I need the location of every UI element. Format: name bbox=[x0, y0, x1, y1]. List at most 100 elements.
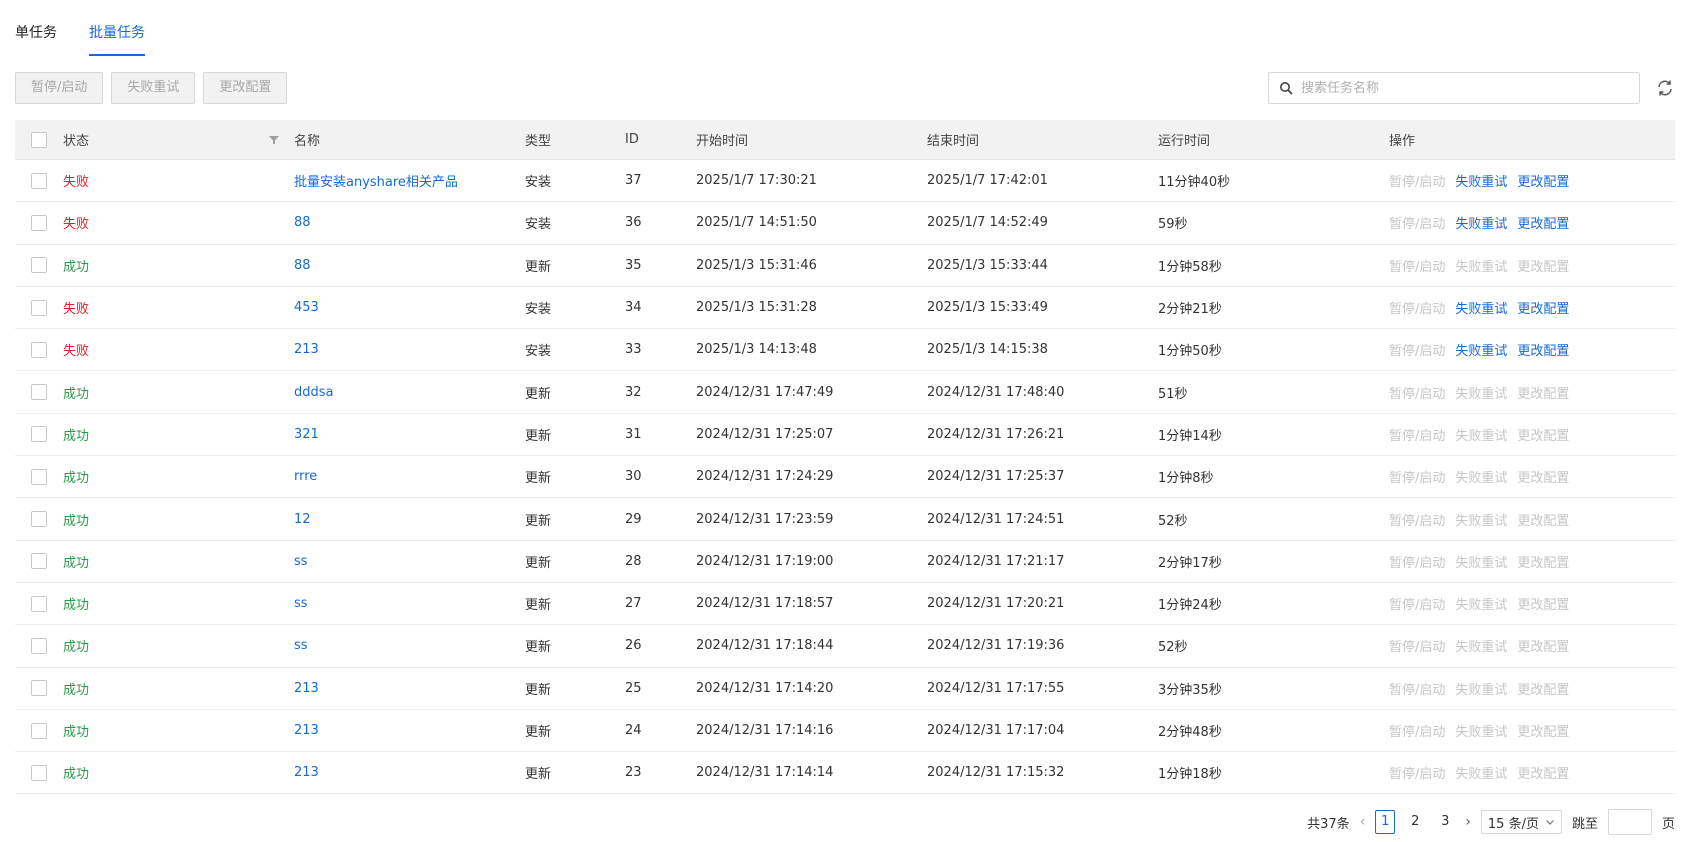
row-checkbox[interactable] bbox=[31, 214, 47, 231]
retry-failed-link[interactable]: 失败重试 bbox=[1455, 467, 1507, 486]
refresh-icon[interactable] bbox=[1655, 78, 1675, 98]
retry-failed-link[interactable]: 失败重试 bbox=[1455, 636, 1507, 655]
column-header-duration: 运行时间 bbox=[1158, 134, 1211, 149]
row-checkbox[interactable] bbox=[31, 468, 47, 485]
task-name-link[interactable]: 453 bbox=[294, 300, 319, 315]
change-config-link[interactable]: 更改配置 bbox=[1517, 679, 1569, 698]
status-cell: 成功 bbox=[63, 259, 90, 275]
task-name-link[interactable]: 批量安装anyshare相关产品 bbox=[294, 175, 458, 190]
change-config-link[interactable]: 更改配置 bbox=[1517, 467, 1569, 486]
pause-start-link[interactable]: 暂停/启动 bbox=[1389, 298, 1445, 317]
column-header-id: ID bbox=[625, 132, 639, 147]
retry-failed-link[interactable]: 失败重试 bbox=[1455, 552, 1507, 571]
filter-icon[interactable] bbox=[268, 134, 280, 146]
task-name-link[interactable]: dddsa bbox=[294, 385, 334, 400]
row-checkbox[interactable] bbox=[31, 341, 47, 358]
retry-failed-link[interactable]: 失败重试 bbox=[1455, 256, 1507, 275]
change-config-link[interactable]: 更改配置 bbox=[1517, 383, 1569, 402]
task-name-link[interactable]: 88 bbox=[294, 258, 311, 273]
retry-failed-link[interactable]: 失败重试 bbox=[1455, 763, 1507, 782]
change-config-link[interactable]: 更改配置 bbox=[1517, 340, 1569, 359]
task-name-link[interactable]: 321 bbox=[294, 427, 319, 442]
pause-start-link[interactable]: 暂停/启动 bbox=[1389, 467, 1445, 486]
change-config-link[interactable]: 更改配置 bbox=[1517, 425, 1569, 444]
row-checkbox[interactable] bbox=[31, 172, 47, 189]
pause-start-link[interactable]: 暂停/启动 bbox=[1389, 763, 1445, 782]
retry-failed-link[interactable]: 失败重试 bbox=[1455, 594, 1507, 613]
tab-single-task[interactable]: 单任务 bbox=[15, 0, 57, 56]
change-config-link[interactable]: 更改配置 bbox=[1517, 721, 1569, 740]
change-config-link[interactable]: 更改配置 bbox=[1517, 171, 1569, 190]
task-name-link[interactable]: 213 bbox=[294, 723, 319, 738]
pause-start-link[interactable]: 暂停/启动 bbox=[1389, 425, 1445, 444]
change-config-link[interactable]: 更改配置 bbox=[1517, 510, 1569, 529]
start-time-cell: 2024/12/31 17:47:49 bbox=[696, 384, 834, 400]
prev-page-icon[interactable]: ‹ bbox=[1360, 814, 1366, 830]
row-checkbox[interactable] bbox=[31, 299, 47, 316]
change-config-button[interactable]: 更改配置 bbox=[203, 72, 288, 104]
task-name-link[interactable]: 12 bbox=[294, 512, 311, 527]
row-checkbox[interactable] bbox=[31, 553, 47, 570]
next-page-icon[interactable]: › bbox=[1465, 814, 1471, 830]
duration-cell: 1分钟14秒 bbox=[1158, 428, 1222, 444]
select-all-checkbox[interactable] bbox=[31, 131, 47, 148]
tab-batch-task[interactable]: 批量任务 bbox=[89, 0, 145, 56]
pause-start-link[interactable]: 暂停/启动 bbox=[1389, 594, 1445, 613]
row-checkbox[interactable] bbox=[31, 257, 47, 274]
retry-failed-link[interactable]: 失败重试 bbox=[1455, 171, 1507, 190]
task-name-link[interactable]: rrre bbox=[294, 469, 317, 484]
search-input[interactable] bbox=[1299, 74, 1639, 102]
page-size-select[interactable]: 15 条/页 bbox=[1480, 810, 1562, 834]
page-3[interactable]: 3 bbox=[1435, 810, 1455, 834]
row-checkbox[interactable] bbox=[31, 384, 47, 401]
row-operations: 暂停/启动 失败重试 更改配置 bbox=[1389, 213, 1649, 232]
task-name-link[interactable]: 213 bbox=[294, 681, 319, 696]
retry-failed-link[interactable]: 失败重试 bbox=[1455, 298, 1507, 317]
retry-failed-link[interactable]: 失败重试 bbox=[1455, 679, 1507, 698]
retry-failed-link[interactable]: 失败重试 bbox=[1455, 425, 1507, 444]
change-config-link[interactable]: 更改配置 bbox=[1517, 594, 1569, 613]
row-checkbox[interactable] bbox=[31, 511, 47, 528]
retry-failed-button[interactable]: 失败重试 bbox=[111, 72, 196, 104]
change-config-link[interactable]: 更改配置 bbox=[1517, 636, 1569, 655]
page-1[interactable]: 1 bbox=[1375, 810, 1396, 834]
row-operations: 暂停/启动 失败重试 更改配置 bbox=[1389, 256, 1649, 275]
table-row: 成功 213 更新 25 2024/12/31 17:14:20 2024/12/31 1… bbox=[15, 668, 1675, 710]
change-config-link[interactable]: 更改配置 bbox=[1517, 213, 1569, 232]
row-checkbox[interactable] bbox=[31, 595, 47, 612]
jump-page-input[interactable] bbox=[1607, 809, 1652, 835]
pause-start-button[interactable]: 暂停/启动 bbox=[15, 72, 104, 104]
page-2[interactable]: 2 bbox=[1405, 810, 1425, 834]
change-config-link[interactable]: 更改配置 bbox=[1517, 552, 1569, 571]
retry-failed-link[interactable]: 失败重试 bbox=[1455, 340, 1507, 359]
task-name-link[interactable]: ss bbox=[294, 596, 308, 611]
pause-start-link[interactable]: 暂停/启动 bbox=[1389, 552, 1445, 571]
pause-start-link[interactable]: 暂停/启动 bbox=[1389, 256, 1445, 275]
pause-start-link[interactable]: 暂停/启动 bbox=[1389, 510, 1445, 529]
pause-start-link[interactable]: 暂停/启动 bbox=[1389, 721, 1445, 740]
pause-start-link[interactable]: 暂停/启动 bbox=[1389, 340, 1445, 359]
row-checkbox[interactable] bbox=[31, 764, 47, 781]
task-name-link[interactable]: 213 bbox=[294, 765, 319, 780]
row-checkbox[interactable] bbox=[31, 426, 47, 443]
row-checkbox[interactable] bbox=[31, 637, 47, 654]
retry-failed-link[interactable]: 失败重试 bbox=[1455, 721, 1507, 740]
retry-failed-link[interactable]: 失败重试 bbox=[1455, 383, 1507, 402]
retry-failed-link[interactable]: 失败重试 bbox=[1455, 510, 1507, 529]
task-name-link[interactable]: ss bbox=[294, 554, 308, 569]
pause-start-link[interactable]: 暂停/启动 bbox=[1389, 679, 1445, 698]
pause-start-link[interactable]: 暂停/启动 bbox=[1389, 171, 1445, 190]
row-checkbox[interactable] bbox=[31, 722, 47, 739]
change-config-link[interactable]: 更改配置 bbox=[1517, 256, 1569, 275]
task-name-link[interactable]: ss bbox=[294, 638, 308, 653]
pause-start-link[interactable]: 暂停/启动 bbox=[1389, 383, 1445, 402]
task-name-link[interactable]: 213 bbox=[294, 342, 319, 357]
id-cell: 27 bbox=[625, 596, 642, 612]
row-checkbox[interactable] bbox=[31, 680, 47, 697]
change-config-link[interactable]: 更改配置 bbox=[1517, 298, 1569, 317]
pause-start-link[interactable]: 暂停/启动 bbox=[1389, 636, 1445, 655]
retry-failed-link[interactable]: 失败重试 bbox=[1455, 213, 1507, 232]
pause-start-link[interactable]: 暂停/启动 bbox=[1389, 213, 1445, 232]
task-name-link[interactable]: 88 bbox=[294, 215, 311, 230]
change-config-link[interactable]: 更改配置 bbox=[1517, 763, 1569, 782]
